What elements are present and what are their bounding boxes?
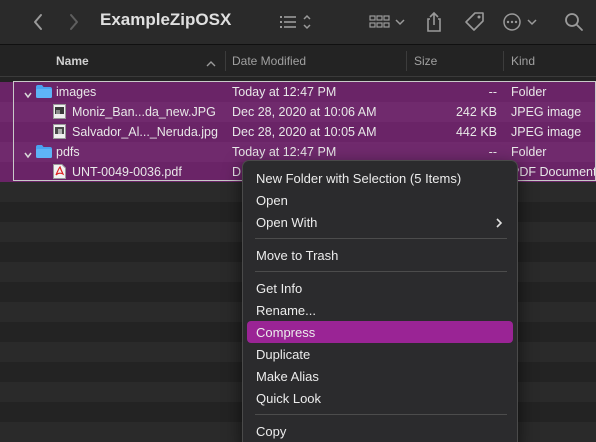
chevron-left-icon[interactable] [24,8,52,36]
folder-icon [36,145,52,158]
list-item[interactable]: images Today at 12:47 PM -- Folder [0,82,596,102]
disclosure-expanded-icon[interactable] [23,87,33,99]
chevron-right-icon [495,216,503,234]
file-date: Dec 28, 2020 at 10:05 AM [232,125,377,139]
file-kind: Folder [511,145,547,159]
menu-item-get-info[interactable]: Get Info [247,277,513,299]
share-icon[interactable] [420,8,448,36]
file-name: images [56,85,97,99]
menu-item-open[interactable]: Open [247,189,513,211]
file-name: Moniz_Ban...da_new.JPG [72,105,216,119]
disclosure-expanded-icon[interactable] [23,147,33,159]
file-date: Today at 12:47 PM [232,85,337,99]
file-kind: JPEG image [511,105,582,119]
column-divider[interactable] [406,51,407,71]
file-size: -- [488,145,497,159]
menu-separator [255,414,507,415]
menu-item-label: Copy [256,424,287,439]
column-date-modified[interactable]: Date Modified [232,54,306,68]
window-title: ExampleZipOSX [100,10,232,29]
column-name[interactable]: Name [56,54,89,68]
menu-item-label: Compress [256,325,316,340]
file-size: 442 KB [455,125,497,139]
menu-item-label: Make Alias [256,369,319,384]
menu-item-new-folder-with-selection[interactable]: New Folder with Selection (5 Items) [247,167,513,189]
file-size: 242 KB [455,105,497,119]
menu-item-copy[interactable]: Copy [247,420,513,442]
column-header: Name Date Modified Size Kind [0,44,596,77]
menu-item-label: Open [256,193,288,208]
file-date: Today at 12:47 PM [232,145,337,159]
sort-ascending-icon[interactable] [206,55,216,73]
menu-item-label: Duplicate [256,347,311,362]
list-item[interactable]: pdfs Today at 12:47 PM -- Folder [0,142,596,162]
file-kind: PDF Document [511,165,596,179]
file-name: Salvador_Al..._Neruda.jpg [72,125,218,139]
list-item[interactable]: Salvador_Al..._Neruda.jpg Dec 28, 2020 a… [0,122,596,142]
context-menu: New Folder with Selection (5 Items) Open… [242,160,518,442]
menu-item-duplicate[interactable]: Duplicate [247,343,513,365]
menu-item-label: Move to Trash [256,248,339,263]
list-view-icon[interactable] [270,8,318,36]
list-item[interactable]: Moniz_Ban...da_new.JPG Dec 28, 2020 at 1… [0,102,596,122]
menu-item-label: Get Info [256,281,303,296]
file-date: D [232,165,242,179]
ellipsis-icon[interactable] [500,8,544,36]
menu-item-make-alias[interactable]: Make Alias [247,365,513,387]
file-name: pdfs [56,145,80,159]
menu-item-quick-look[interactable]: Quick Look [247,387,513,409]
file-kind: JPEG image [511,125,582,139]
file-kind: Folder [511,85,547,99]
menu-item-rename[interactable]: Rename... [247,299,513,321]
menu-item-label: Quick Look [256,391,322,406]
tag-icon[interactable] [460,8,490,36]
toolbar: ExampleZipOSX [0,0,596,44]
menu-item-move-to-trash[interactable]: Move to Trash [247,244,513,266]
menu-item-compress[interactable]: Compress [247,321,513,343]
column-size[interactable]: Size [414,54,437,68]
file-name: UNT-0049-0036.pdf [72,165,182,179]
file-date: Dec 28, 2020 at 10:06 AM [232,105,377,119]
folder-icon [36,85,52,98]
menu-separator [255,238,507,239]
pdf-file-icon [53,164,66,179]
menu-item-label: New Folder with Selection (5 Items) [256,171,462,186]
column-divider[interactable] [503,51,504,71]
search-icon[interactable] [560,8,588,36]
grid-view-icon[interactable] [364,8,410,36]
column-divider[interactable] [225,51,226,71]
menu-item-label: Open With [256,215,318,230]
image-file-icon [53,124,66,139]
image-file-icon [53,104,66,119]
column-kind[interactable]: Kind [511,54,535,68]
chevron-right-icon[interactable] [60,8,88,36]
menu-separator [255,271,507,272]
menu-item-label: Rename... [256,303,316,318]
menu-item-open-with[interactable]: Open With [247,211,513,233]
file-size: -- [488,85,497,99]
